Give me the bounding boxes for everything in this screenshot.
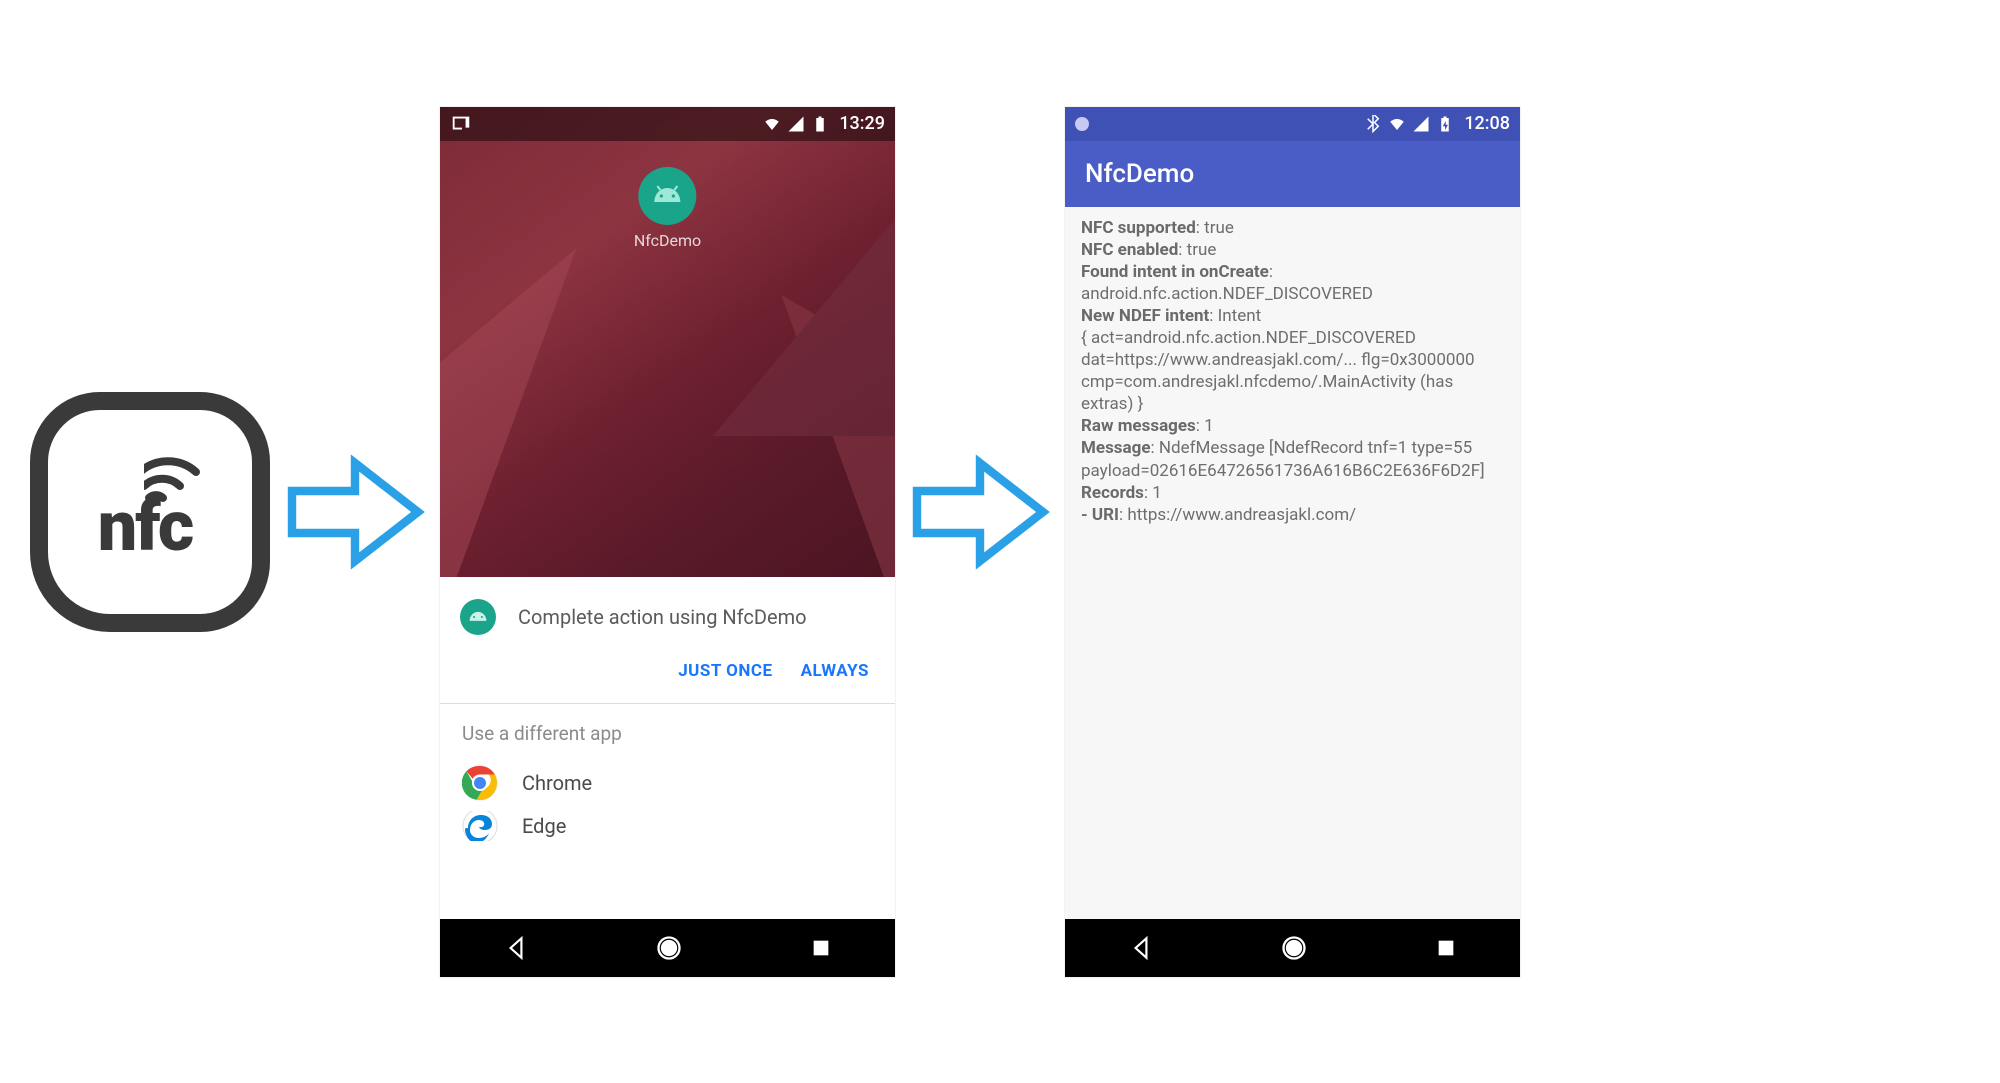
log-value: : true: [1178, 240, 1216, 260]
app-shortcut-nfcdemo[interactable]: NfcDemo: [634, 167, 701, 250]
just-once-button[interactable]: JUST ONCE: [678, 661, 772, 681]
phone-nfcdemo-app: 12:08 NfcDemo NFC supported: true NFC en…: [1065, 107, 1520, 977]
log-value: { act=android.nfc.action.NDEF_DISCOVERED…: [1081, 327, 1504, 415]
nav-home-icon[interactable]: [655, 934, 683, 962]
log-label: Message: [1081, 438, 1151, 458]
status-bar: 13:29: [440, 107, 895, 141]
wifi-icon: [1388, 115, 1406, 133]
chrome-icon: [462, 765, 498, 801]
status-time: 12:08: [1464, 113, 1510, 134]
nfc-logo: nfc: [30, 392, 270, 632]
alt-app-label: Chrome: [522, 771, 592, 795]
log-label: Found intent in onCreate: [1081, 262, 1269, 282]
status-dot-icon: [1075, 117, 1089, 131]
nav-back-icon[interactable]: [1128, 935, 1154, 961]
chooser-title: Complete action using NfcDemo: [518, 605, 807, 629]
log-value: : true: [1196, 218, 1234, 238]
log-value: android.nfc.action.NDEF_DISCOVERED: [1081, 283, 1504, 305]
log-value: : 1: [1196, 416, 1214, 436]
intent-chooser-sheet: Complete action using NfcDemo JUST ONCE …: [440, 577, 895, 841]
battery-icon: [811, 115, 829, 133]
nfc-waves-icon: [144, 448, 214, 508]
log-value: : Intent: [1209, 306, 1261, 326]
log-label: NFC supported: [1081, 218, 1196, 238]
edge-icon: [462, 811, 498, 841]
log-output: NFC supported: true NFC enabled: true Fo…: [1065, 207, 1520, 919]
nav-back-icon[interactable]: [503, 935, 529, 961]
log-value: :: [1269, 262, 1273, 282]
nav-recents-icon[interactable]: [1435, 937, 1457, 959]
app-bar-title: NfcDemo: [1065, 141, 1520, 207]
alt-app-chrome[interactable]: Chrome: [440, 755, 895, 811]
arrow-right-icon: [285, 442, 425, 582]
log-value: : 1: [1144, 483, 1162, 503]
nav-recents-icon[interactable]: [810, 937, 832, 959]
alt-app-label: Edge: [522, 814, 566, 838]
log-label: NFC enabled: [1081, 240, 1178, 260]
wifi-icon: [763, 115, 781, 133]
android-icon: [651, 184, 685, 208]
status-bar: 12:08: [1065, 107, 1520, 141]
android-icon: [460, 599, 496, 635]
home-wallpaper: NfcDemo: [440, 107, 895, 577]
always-button[interactable]: ALWAYS: [801, 661, 869, 681]
nav-bar: [440, 919, 895, 977]
cast-icon: [450, 113, 472, 135]
alt-app-edge[interactable]: Edge: [440, 811, 895, 841]
battery-charging-icon: [1436, 115, 1454, 133]
log-value: : https://www.andreasjakl.com/: [1119, 505, 1356, 525]
phone-intent-chooser: 13:29 NfcDemo Complete act: [440, 107, 895, 977]
app-shortcut-label: NfcDemo: [634, 231, 701, 250]
log-label: - URI: [1081, 505, 1119, 525]
nav-bar: [1065, 919, 1520, 977]
signal-icon: [1412, 115, 1430, 133]
status-time: 13:29: [839, 113, 885, 134]
arrow-right-icon: [910, 442, 1050, 582]
bluetooth-icon: [1364, 115, 1382, 133]
log-label: Raw messages: [1081, 416, 1196, 436]
log-label: New NDEF intent: [1081, 306, 1209, 326]
log-label: Records: [1081, 483, 1144, 503]
use-different-app-label: Use a different app: [440, 704, 895, 755]
signal-icon: [787, 115, 805, 133]
nav-home-icon[interactable]: [1280, 934, 1308, 962]
